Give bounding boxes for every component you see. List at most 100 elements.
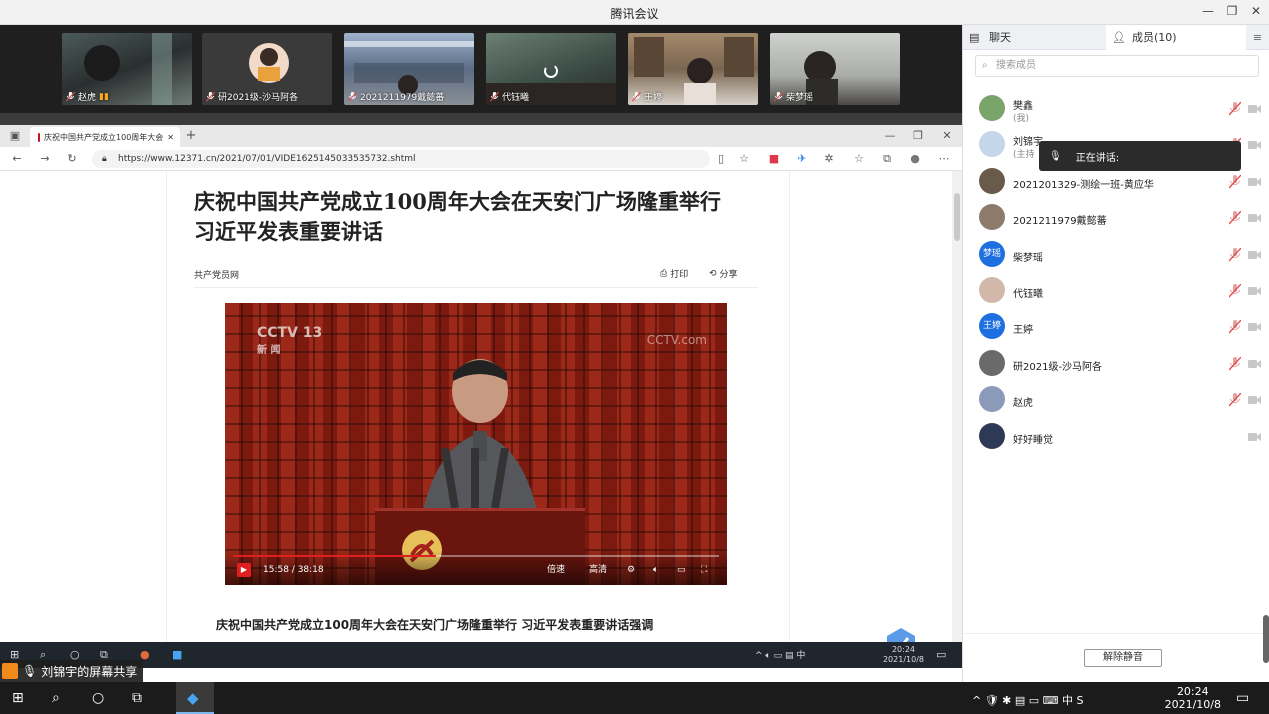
camera-icon[interactable] xyxy=(1248,177,1261,187)
favorite-star-icon[interactable]: ☆ xyxy=(737,152,751,165)
mic-muted-icon[interactable] xyxy=(1229,320,1241,334)
avatar: 梦瑶 xyxy=(979,240,1005,267)
video-tile[interactable]: 2021211979戴懿蕃 xyxy=(344,33,474,105)
mic-muted-icon xyxy=(348,91,357,102)
new-tab-icon[interactable]: + xyxy=(184,128,198,143)
mic-muted-icon[interactable] xyxy=(1229,102,1241,116)
extension-bird-icon[interactable]: ✈ xyxy=(795,152,809,165)
notification-icon[interactable]: ▭ xyxy=(936,648,946,661)
tencent-meeting-icon: ◆ xyxy=(187,689,199,707)
search-icon: ⌕ xyxy=(982,60,988,71)
camera-icon[interactable] xyxy=(1248,250,1261,260)
camera-icon[interactable] xyxy=(1248,359,1261,369)
browser-tab-bar: ▣ 庆祝中国共产党成立100周年大会 ✕ + — ❐ ✕ xyxy=(0,125,962,147)
member-row[interactable]: 代钰曦 xyxy=(963,273,1269,309)
camera-icon[interactable] xyxy=(1248,286,1261,296)
video-tile[interactable]: 柴梦瑶 xyxy=(770,33,900,105)
member-row[interactable]: 好好睡觉 xyxy=(963,419,1269,455)
tile-name: 赵虎 xyxy=(78,93,97,103)
member-name: 研2021级-沙马阿各 xyxy=(1013,361,1103,373)
print-button[interactable]: ⎙ 打印 xyxy=(660,267,688,281)
windows-taskbar: ⊞ ⌕ ○ ⧉ ◆ ^ 🛡︎ ✱ ▤ ▭ ⌨ 中 S 20:24 2021/10/… xyxy=(0,682,1269,714)
camera-icon[interactable] xyxy=(1248,432,1261,442)
camera-icon[interactable] xyxy=(1248,395,1261,405)
cortana-icon[interactable]: ○ xyxy=(92,690,104,706)
reader-mode-icon[interactable]: ▯ xyxy=(714,152,728,165)
favorites-icon[interactable]: ☆ xyxy=(852,152,866,165)
mic-muted-icon[interactable] xyxy=(1229,211,1241,225)
video-tile[interactable]: 赵虎 ▮▮ xyxy=(62,33,192,105)
fullscreen-icon[interactable]: ⛶ xyxy=(701,565,707,575)
system-clock[interactable]: 20:24 2021/10/8 xyxy=(1165,685,1221,711)
more-icon[interactable]: ⋯ xyxy=(937,152,951,165)
tab-actions-icon[interactable]: ▣ xyxy=(8,129,22,142)
avatar-text: 梦瑶 xyxy=(982,248,1001,259)
search-icon[interactable]: ⌕ xyxy=(52,690,60,706)
scrollbar-thumb[interactable] xyxy=(954,193,960,241)
url-field[interactable]: 🔒︎ https://www.12371.cn/2021/07/01/VIDE1… xyxy=(92,150,710,168)
tab-members[interactable]: 👤︎ 成员(10) xyxy=(1106,25,1246,50)
article-source[interactable]: 共产党员网 xyxy=(194,268,239,281)
page-scrollbar[interactable] xyxy=(952,171,962,642)
refresh-icon[interactable]: ↻ xyxy=(65,152,79,165)
chat-tab-label: 聊天 xyxy=(989,31,1011,44)
mic-muted-icon[interactable] xyxy=(1229,247,1241,262)
quality-button[interactable]: 高清 xyxy=(589,562,607,575)
collections-icon[interactable]: ⧉ xyxy=(880,152,894,166)
back-icon[interactable]: ← xyxy=(10,152,24,165)
share-button[interactable]: ⟲ 分享 xyxy=(709,267,738,281)
mic-muted-icon[interactable] xyxy=(1229,284,1241,298)
sharer-avatar xyxy=(2,663,18,679)
tab-close-icon[interactable]: ✕ xyxy=(167,133,174,142)
mic-muted-icon[interactable] xyxy=(1229,393,1241,407)
panel-menu-icon[interactable]: ≡ xyxy=(1253,31,1262,44)
close-icon[interactable]: ✕ xyxy=(1246,4,1266,18)
member-row[interactable]: 梦瑶 柴梦瑶 xyxy=(963,237,1269,273)
video-progress-bar[interactable] xyxy=(233,555,719,557)
mic-muted-icon[interactable] xyxy=(1229,356,1241,371)
panel-scroll-handle[interactable] xyxy=(1263,615,1269,663)
member-row[interactable]: 王婷 王婷 xyxy=(963,309,1269,345)
minimize-icon[interactable]: — xyxy=(1198,4,1218,18)
member-row[interactable]: 樊鑫 (我) xyxy=(963,91,1269,127)
member-row[interactable]: 2021211979戴懿蕃 xyxy=(963,200,1269,236)
member-row[interactable]: 赵虎 xyxy=(963,382,1269,418)
camera-icon[interactable] xyxy=(1248,140,1261,150)
video-tile[interactable]: 王婷 xyxy=(628,33,758,105)
speaking-indicator: 🎙︎ 正在讲话: xyxy=(1039,141,1241,171)
extension-red-icon[interactable]: ■ xyxy=(767,152,781,165)
video-tile[interactable]: 代钰曦 xyxy=(486,33,616,105)
meeting-app-icon[interactable]: ■ xyxy=(172,648,182,661)
camera-icon[interactable] xyxy=(1248,322,1261,332)
browser-minimize-icon[interactable]: — xyxy=(883,129,897,142)
restore-icon[interactable]: ❐ xyxy=(1222,4,1242,18)
notification-icon[interactable]: ▭ xyxy=(1236,690,1249,706)
camera-icon[interactable] xyxy=(1248,104,1261,114)
profile-icon[interactable]: ● xyxy=(908,152,922,165)
video-tile[interactable]: 研2021级-沙马阿各 xyxy=(202,33,332,105)
forward-icon[interactable]: → xyxy=(38,152,52,165)
browser-restore-icon[interactable]: ❐ xyxy=(911,129,925,142)
play-button[interactable]: ▶ xyxy=(237,563,251,577)
pip-icon[interactable]: ▭ xyxy=(677,565,686,575)
mic-muted-icon[interactable] xyxy=(1229,174,1241,189)
speed-button[interactable]: 倍速 xyxy=(547,562,565,575)
volume-icon[interactable]: 🔈︎ xyxy=(653,565,658,575)
tencent-meeting-taskbar-button[interactable]: ◆ xyxy=(176,682,214,714)
start-icon[interactable]: ⊞ xyxy=(12,690,24,706)
browser-tab[interactable]: 庆祝中国共产党成立100周年大会 ✕ xyxy=(30,127,180,147)
video-player[interactable]: CCTV 13 新 闻 CCTV.com ▶ 15:58 / 38:18 倍速 … xyxy=(225,303,727,585)
browser-close-icon[interactable]: ✕ xyxy=(940,129,954,142)
settings-icon[interactable]: ⚙ xyxy=(627,565,635,575)
extensions-icon[interactable]: ✲ xyxy=(822,152,836,165)
camera-icon[interactable] xyxy=(1248,213,1261,223)
tab-chat[interactable]: ▤ 聊天 xyxy=(963,25,1106,50)
app-title: 腾讯会议 xyxy=(610,7,659,21)
panel-divider xyxy=(963,633,1269,634)
unmute-button[interactable]: 解除静音 xyxy=(1084,649,1162,667)
member-row[interactable]: 研2021级-沙马阿各 xyxy=(963,346,1269,382)
share-notice-text: 刘锦宇的屏幕共享 xyxy=(41,664,138,679)
member-search-input[interactable]: ⌕ 搜索成员 xyxy=(975,55,1259,77)
task-view-icon[interactable]: ⧉ xyxy=(132,690,142,706)
share-label: 分享 xyxy=(719,270,738,280)
